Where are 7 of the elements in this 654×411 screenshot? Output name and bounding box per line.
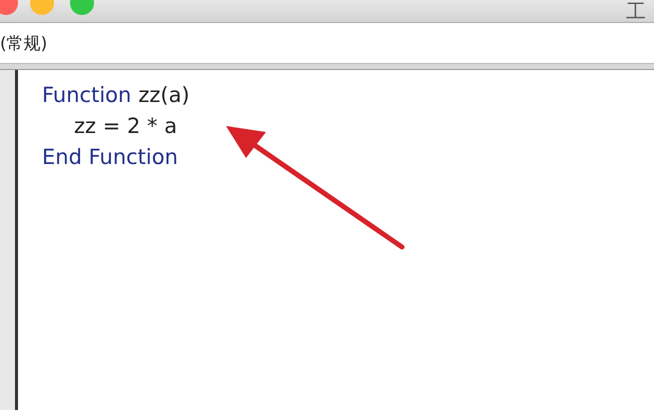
code-keyword: End Function [42,144,178,171]
object-dropdown[interactable]: (常规) [0,32,48,54]
window-title: 工 [626,0,646,22]
code-keyword: Function [42,82,132,109]
code-text: zz(a) [138,82,190,109]
arrow-icon [226,126,404,250]
code-text: zz = 2 * a [74,113,178,140]
